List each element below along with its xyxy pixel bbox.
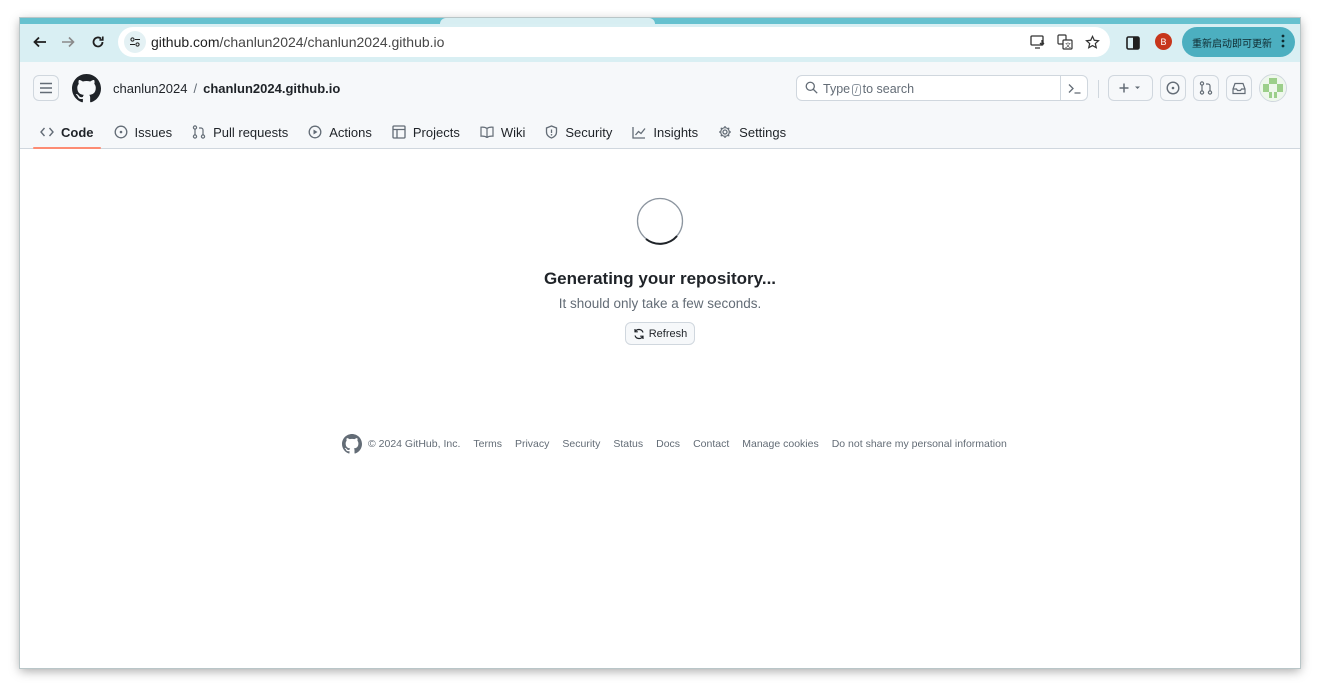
arrow-left-icon: [33, 36, 46, 48]
breadcrumb-separator: /: [193, 81, 198, 96]
tab-label: Wiki: [500, 124, 526, 140]
tab-pull-requests[interactable]: Pull requests: [185, 116, 295, 148]
gear-icon: [719, 126, 732, 138]
tab-label: Security: [565, 124, 613, 140]
footer-link-contact[interactable]: Contact: [693, 438, 729, 450]
tab-label: Pull requests: [213, 124, 289, 140]
tab-issues[interactable]: Issues: [107, 116, 180, 148]
user-avatar[interactable]: [1259, 74, 1287, 102]
footer-link-manage-cookies[interactable]: Manage cookies: [742, 438, 818, 450]
shield-icon: [546, 125, 558, 139]
site-settings-icon[interactable]: [124, 31, 146, 53]
inbox-icon: [1232, 82, 1246, 94]
owner-link[interactable]: chanlun2024: [113, 81, 187, 96]
pull-requests-button[interactable]: [1193, 75, 1219, 101]
footer-link-do-not-share[interactable]: Do not share my personal information: [832, 438, 1007, 450]
refresh-label: Refresh: [648, 327, 688, 340]
sync-icon: [634, 328, 644, 339]
tab-label: Actions: [329, 124, 372, 140]
footer: © 2024 GitHub, Inc. Terms Privacy Securi…: [342, 434, 1007, 454]
footer-link-status[interactable]: Status: [613, 438, 643, 450]
search-input[interactable]: Type / to search: [796, 75, 1088, 101]
issues-button[interactable]: [1160, 75, 1186, 101]
page-subtitle: It should only take a few seconds.: [558, 296, 762, 311]
footer-link-docs[interactable]: Docs: [656, 438, 680, 450]
issue-icon: [114, 125, 127, 139]
update-button[interactable]: 重新启动即可更新: [1182, 27, 1295, 57]
bookmark-star-icon[interactable]: [1082, 32, 1102, 52]
terminal-icon: [1068, 83, 1080, 94]
book-icon: [480, 126, 494, 138]
footer-copyright: © 2024 GitHub, Inc.: [368, 438, 461, 450]
side-panel-icon[interactable]: [1122, 32, 1144, 54]
reload-icon: [92, 36, 104, 48]
code-icon: [40, 127, 54, 137]
tab-label: Projects: [412, 124, 460, 140]
url-host: github.com: [151, 34, 220, 50]
loading-spinner-icon: [636, 197, 684, 245]
menu-button[interactable]: [33, 75, 59, 101]
play-icon: [308, 125, 322, 139]
repo-link[interactable]: chanlun2024.github.io: [203, 81, 340, 96]
hamburger-icon: [40, 82, 52, 94]
pull-request-icon: [1199, 81, 1213, 95]
more-menu-icon: [1281, 34, 1285, 48]
browser-window: github.com/chanlun2024/chanlun2024.githu…: [20, 18, 1300, 668]
github-logo-icon[interactable]: [72, 74, 101, 108]
footer-link-privacy[interactable]: Privacy: [515, 438, 549, 450]
tab-code[interactable]: Code: [33, 116, 101, 149]
install-app-icon[interactable]: [1028, 32, 1048, 52]
update-label: 重新启动即可更新: [1192, 38, 1272, 50]
tab-security[interactable]: Security: [538, 116, 619, 148]
search-shortcut-key: /: [852, 84, 861, 96]
graph-icon: [632, 126, 646, 139]
inbox-button[interactable]: [1226, 75, 1252, 101]
profile-avatar[interactable]: B: [1155, 33, 1172, 50]
back-button[interactable]: [26, 28, 54, 56]
tab-settings[interactable]: Settings: [711, 116, 793, 148]
search-icon: [805, 81, 818, 94]
reload-button[interactable]: [84, 28, 112, 56]
url-text[interactable]: github.com/chanlun2024/chanlun2024.githu…: [151, 34, 444, 50]
svg-text:文: 文: [1065, 42, 1071, 50]
page-title: Generating your repository...: [543, 269, 777, 288]
tab-label: Issues: [134, 124, 173, 140]
tab-insights[interactable]: Insights: [625, 116, 705, 148]
tab-actions[interactable]: Actions: [301, 116, 379, 148]
pull-request-icon: [192, 125, 206, 139]
header-divider: [1098, 80, 1099, 98]
url-path: /chanlun2024/chanlun2024.github.io: [219, 34, 445, 50]
breadcrumb: chanlun2024 / chanlun2024.github.io: [113, 81, 340, 96]
repo-tabs: Code Issues Pull requests Actions Projec…: [33, 116, 799, 149]
tab-label: Settings: [739, 124, 787, 140]
command-palette-button[interactable]: [1060, 76, 1087, 100]
search-prefix: Type: [823, 82, 851, 96]
tab-projects[interactable]: Projects: [385, 116, 467, 148]
footer-link-terms[interactable]: Terms: [473, 438, 502, 450]
table-icon: [392, 125, 406, 139]
translate-icon[interactable]: 文: [1055, 32, 1075, 52]
footer-link-security[interactable]: Security: [562, 438, 600, 450]
browser-toolbar: github.com/chanlun2024/chanlun2024.githu…: [20, 24, 1300, 62]
tab-label: Insights: [653, 124, 699, 140]
create-new-button[interactable]: [1108, 75, 1153, 101]
search-placeholder: Type / to search: [823, 82, 914, 96]
issue-icon: [1166, 81, 1180, 95]
identicon-icon: [1260, 75, 1286, 101]
github-mark-icon[interactable]: [342, 434, 362, 454]
plus-caret-icon: [1119, 83, 1140, 93]
refresh-button[interactable]: Refresh: [625, 322, 695, 345]
address-bar[interactable]: github.com/chanlun2024/chanlun2024.githu…: [118, 27, 1110, 57]
forward-button[interactable]: [54, 28, 82, 56]
tab-label: Code: [61, 124, 94, 140]
tab-wiki[interactable]: Wiki: [473, 116, 533, 148]
arrow-right-icon: [62, 36, 75, 48]
search-suffix: to search: [862, 82, 915, 96]
github-header: chanlun2024/chanlun2024.github.io Type / t…: [20, 62, 1300, 149]
